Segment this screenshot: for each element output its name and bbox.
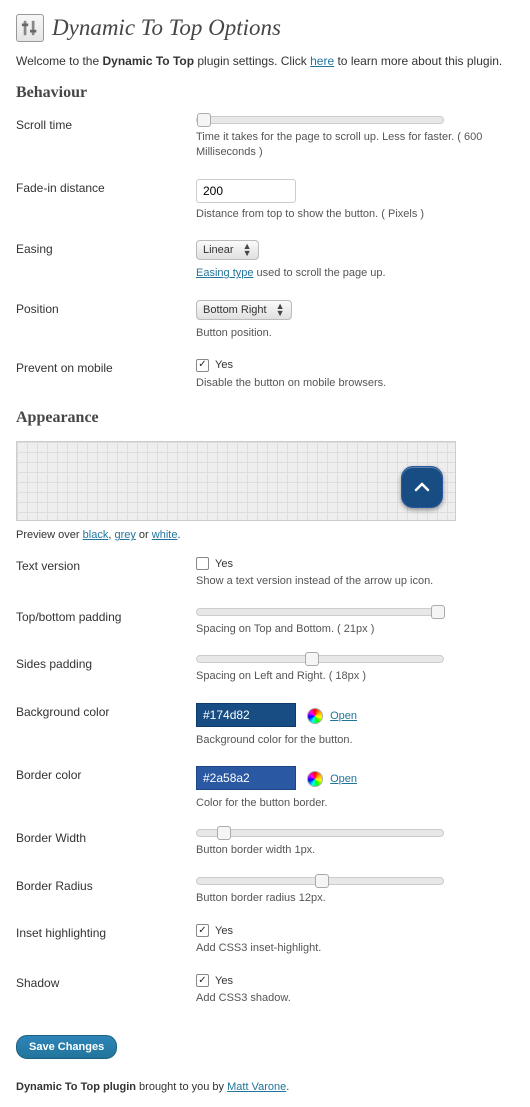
text-version-label: Text version [16,557,196,573]
prevent-mobile-label: Prevent on mobile [16,359,196,375]
sides-padding-label: Sides padding [16,655,196,671]
text-version-checkbox[interactable] [196,557,209,570]
easing-label: Easing [16,240,196,256]
bg-color-label: Background color [16,703,196,719]
select-arrows-icon: ▲▼ [276,303,285,317]
preview-white-link[interactable]: white [152,529,178,541]
slider-handle[interactable] [217,826,231,840]
color-wheel-icon [307,771,323,787]
top-padding-label: Top/bottom padding [16,608,196,624]
position-select[interactable]: Bottom Right ▲▼ [196,300,292,320]
top-padding-slider[interactable] [196,608,444,616]
footer-credit: Dynamic To Top plugin brought to you by … [16,1081,514,1093]
shadow-checkbox[interactable]: ✓ [196,974,209,987]
border-radius-slider[interactable] [196,877,444,885]
fade-distance-input[interactable] [196,179,296,203]
settings-sliders-icon [16,14,44,42]
slider-handle[interactable] [197,113,211,127]
prevent-mobile-yes: Yes [215,359,233,371]
easing-select[interactable]: Linear ▲▼ [196,240,259,260]
preview-over-text: Preview over black, grey or white. [16,529,514,541]
color-wheel-icon [307,708,323,724]
border-radius-label: Border Radius [16,877,196,893]
inset-label: Inset highlighting [16,924,196,940]
slider-handle[interactable] [305,652,319,666]
easing-type-link[interactable]: Easing type [196,267,253,279]
preview-black-link[interactable]: black [83,529,109,541]
bg-color-input[interactable] [196,703,296,727]
author-link[interactable]: Matt Varone [227,1081,286,1093]
position-label: Position [16,300,196,316]
border-width-label: Border Width [16,829,196,845]
shadow-label: Shadow [16,974,196,990]
bg-color-open-link[interactable]: Open [330,710,357,722]
border-width-slider[interactable] [196,829,444,837]
slider-handle[interactable] [315,874,329,888]
border-color-label: Border color [16,766,196,782]
border-color-input[interactable] [196,766,296,790]
fade-distance-help: Distance from top to show the button. ( … [196,208,424,220]
page-title: Dynamic To Top Options [16,14,514,42]
scroll-time-label: Scroll time [16,116,196,132]
intro-here-link[interactable]: here [310,54,334,68]
text-version-help: Show a text version instead of the arrow… [196,574,514,589]
inset-checkbox[interactable]: ✓ [196,924,209,937]
select-arrows-icon: ▲▼ [243,243,252,257]
position-help: Button position. [196,327,272,339]
preview-grey-link[interactable]: grey [114,529,135,541]
fade-distance-label: Fade-in distance [16,179,196,195]
totop-preview-button[interactable] [401,466,443,508]
scroll-time-help: Time it takes for the page to scroll up.… [196,130,514,161]
chevron-up-icon [414,482,430,492]
button-preview [16,441,456,521]
prevent-mobile-checkbox[interactable]: ✓ [196,359,209,372]
scroll-time-slider[interactable] [196,116,444,124]
prevent-mobile-help: Disable the button on mobile browsers. [196,376,514,391]
sides-padding-slider[interactable] [196,655,444,663]
save-changes-button[interactable]: Save Changes [16,1035,117,1059]
page-title-text: Dynamic To Top Options [52,15,281,41]
slider-handle[interactable] [431,605,445,619]
behaviour-heading: Behaviour [16,84,514,102]
appearance-heading: Appearance [16,409,514,427]
border-color-open-link[interactable]: Open [330,773,357,785]
intro-text: Welcome to the Dynamic To Top plugin set… [16,54,514,68]
